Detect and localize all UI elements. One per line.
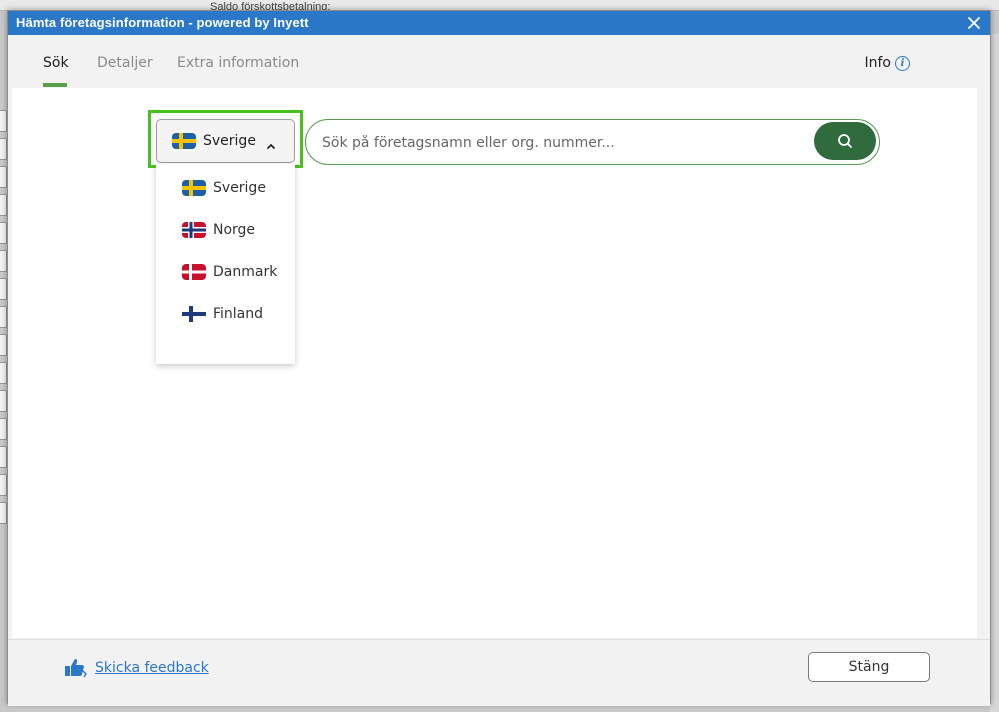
tab-details[interactable]: Detaljer (97, 55, 153, 71)
country-option-label: Norge (213, 222, 256, 238)
background-right-panel (990, 34, 999, 712)
country-option-norge[interactable]: Norge (156, 212, 295, 248)
country-select[interactable]: Sverige (156, 119, 295, 163)
finland-flag-icon (182, 306, 206, 327)
country-option-danmark[interactable]: Danmark (156, 254, 295, 290)
info-link[interactable]: Info i (864, 55, 910, 71)
close-button[interactable]: Stäng (808, 652, 930, 682)
thumbs-feedback-icon (65, 659, 87, 678)
background-left-cells (0, 110, 7, 530)
active-tab-indicator (43, 83, 67, 87)
search-panel: Sverige Sverige Norge Danmark Finland Sö… (12, 88, 977, 638)
info-icon: i (895, 55, 910, 71)
country-option-label: Finland (213, 306, 264, 322)
feedback-label: Skicka feedback (95, 660, 209, 676)
tab-search[interactable]: Sök (43, 55, 69, 71)
dialog-footer: Skicka feedback Stäng (8, 639, 990, 706)
sweden-flag-icon (172, 133, 196, 154)
search-icon (838, 134, 852, 148)
country-option-finland[interactable]: Finland (156, 296, 295, 332)
country-option-sverige[interactable]: Sverige (156, 170, 295, 206)
search-input[interactable] (320, 128, 804, 158)
feedback-link[interactable]: Skicka feedback (63, 656, 209, 680)
dialog-title: Hämta företagsinformation - powered by I… (16, 15, 309, 30)
country-select-value: Sverige (203, 133, 256, 149)
country-option-label: Sverige (213, 180, 266, 196)
sweden-flag-icon (182, 180, 206, 201)
chevron-up-icon (266, 137, 276, 155)
denmark-flag-icon (182, 264, 206, 285)
info-label: Info (864, 55, 892, 71)
country-dropdown: Sverige Norge Danmark Finland (156, 164, 295, 364)
tab-extra-information[interactable]: Extra information (177, 55, 299, 71)
norway-flag-icon (182, 222, 206, 243)
tab-bar: Sök Detaljer Extra information Info i (8, 35, 990, 87)
search-button[interactable] (814, 122, 876, 160)
close-icon[interactable] (964, 13, 984, 33)
search-box (305, 119, 880, 165)
country-option-label: Danmark (213, 264, 278, 280)
company-info-dialog: Hämta företagsinformation - powered by I… (7, 10, 991, 706)
dialog-titlebar: Hämta företagsinformation - powered by I… (8, 11, 990, 35)
